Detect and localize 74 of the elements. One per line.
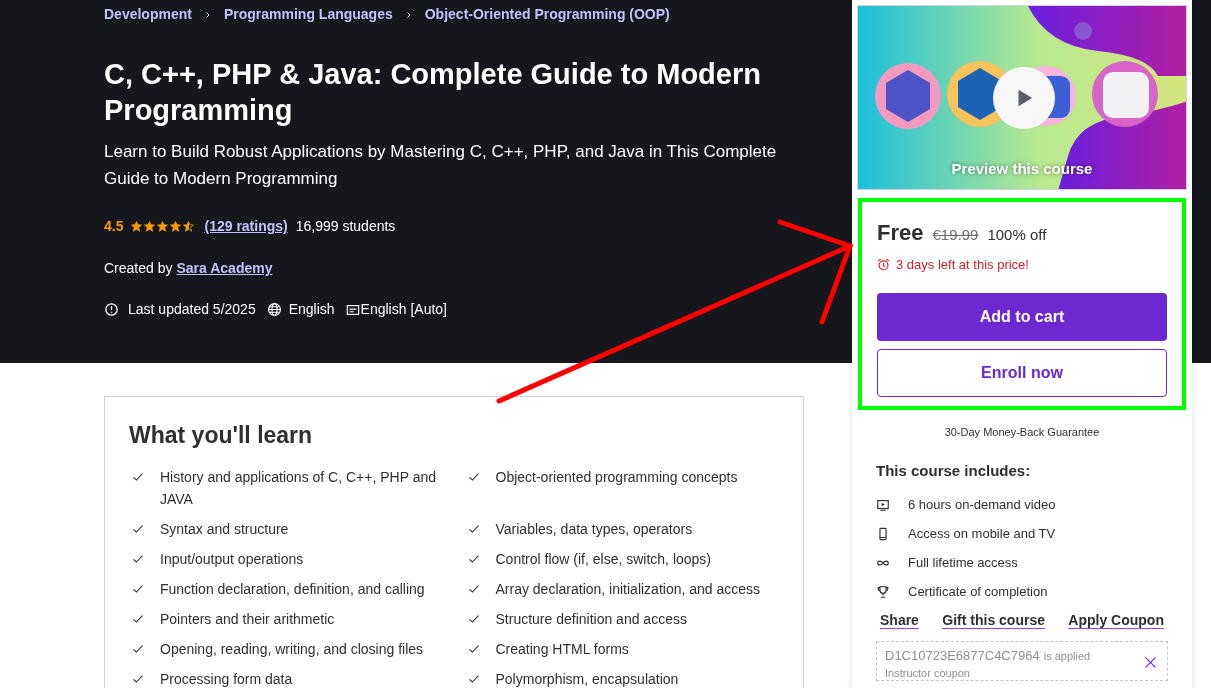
learning-item: Object-oriented programming concepts (495, 468, 738, 487)
check-icon (132, 523, 144, 535)
check-icon (132, 471, 144, 483)
last-updated: Last updated 5/2025 (128, 300, 256, 319)
section-heading: What you'll learn (129, 421, 314, 449)
coupon-note: Instructor coupon (885, 666, 970, 680)
mobile-phone-icon (876, 526, 890, 541)
learning-item: Structure definition and access (495, 610, 687, 629)
sidebar-link[interactable]: Gift this course (942, 610, 1045, 631)
learning-item: Array declaration, initialization, and access (495, 580, 761, 599)
learning-item: Control flow (if, else, switch, loops) (495, 550, 712, 569)
author-link[interactable]: Sara Academy (176, 258, 273, 279)
close-icon (1143, 655, 1157, 669)
learning-item: Creating HTML forms (495, 640, 629, 659)
price: Free (877, 219, 924, 247)
sidebar-link[interactable]: Apply Coupon (1068, 610, 1164, 631)
video-icon (876, 497, 890, 512)
check-icon (467, 583, 480, 595)
check-icon (132, 643, 144, 655)
star-icon (170, 221, 182, 232)
learning-item: Syntax and structure (160, 520, 289, 539)
check-icon (467, 553, 480, 565)
star-icon (131, 221, 143, 232)
coupon-code: D1C10723E6877C4C7964 (885, 647, 1040, 665)
chevron-icon (203, 9, 212, 20)
included-feature: Certificate of completion (908, 582, 1048, 601)
course-subtitle: Learn to Build Robust Applications by Mastering C, C++, PHP, and Java in This Complete Guide to Modern Programming (104, 141, 778, 190)
learning-item: Opening, reading, writing, and closing files (160, 640, 424, 659)
ratings-link[interactable]: (129 ratings) (204, 216, 288, 237)
check-icon (132, 583, 144, 595)
globe-icon (266, 302, 282, 317)
language: English (288, 300, 335, 319)
sidebar-link[interactable]: Share (880, 610, 919, 631)
deadline-text: 3 days left at this price! (896, 256, 1029, 274)
learning-item: History and applications of C, C++, PHP and JAVA (160, 468, 437, 509)
original-price: €19.99 (932, 225, 979, 245)
learning-item: Input/output operations (160, 550, 304, 569)
included-feature: Access on mobile and TV (908, 524, 1056, 543)
guarantee-text: 30-Day Money-Back Guarantee (944, 425, 1100, 438)
check-icon (132, 613, 144, 625)
check-icon (467, 471, 480, 483)
check-icon (467, 523, 480, 535)
created-by-label: Created by (104, 259, 173, 278)
check-icon (467, 643, 480, 655)
captions-icon (345, 302, 360, 317)
alarm-clock-icon (877, 258, 890, 272)
check-icon (132, 673, 144, 685)
star-icon (183, 221, 195, 232)
enroll-button[interactable]: Enroll now (877, 348, 1167, 397)
star-icon (144, 221, 156, 232)
learning-item: Pointers and their arithmetic (160, 610, 335, 629)
add-to-cart-button[interactable]: Add to cart (877, 292, 1167, 341)
learning-item: Processing form data (160, 670, 293, 688)
course-title: C, C++, PHP & Java: Complete Guide to Modern Programming (104, 57, 762, 128)
star-icon (157, 221, 169, 232)
breadcrumb-link[interactable]: Development (104, 4, 192, 25)
included-feature: Full lifetime access (908, 553, 1018, 572)
student-count: 16,999 students (295, 217, 396, 236)
learning-item: Variables, data types, operators (495, 520, 693, 539)
check-icon (467, 613, 480, 625)
captions-language: English [Auto] (360, 300, 447, 319)
breadcrumb-link[interactable]: Object-Oriented Programming (OOP) (424, 4, 670, 25)
discount: 100% off (987, 225, 1047, 245)
learning-item: Polymorphism, encapsulation (495, 670, 679, 688)
trophy-icon (876, 584, 890, 599)
check-icon (132, 553, 144, 565)
chevron-icon (404, 9, 413, 20)
includes-heading: This course includes: (876, 460, 1031, 481)
breadcrumb-link[interactable]: Programming Languages (223, 4, 393, 25)
learning-item: Function declaration, definition, and calling (160, 580, 425, 599)
included-feature: 6 hours on-demand video (908, 495, 1056, 514)
coupon-status: is applied (1043, 649, 1091, 664)
rating-value: 4.5 (104, 217, 124, 236)
check-icon (467, 673, 480, 685)
